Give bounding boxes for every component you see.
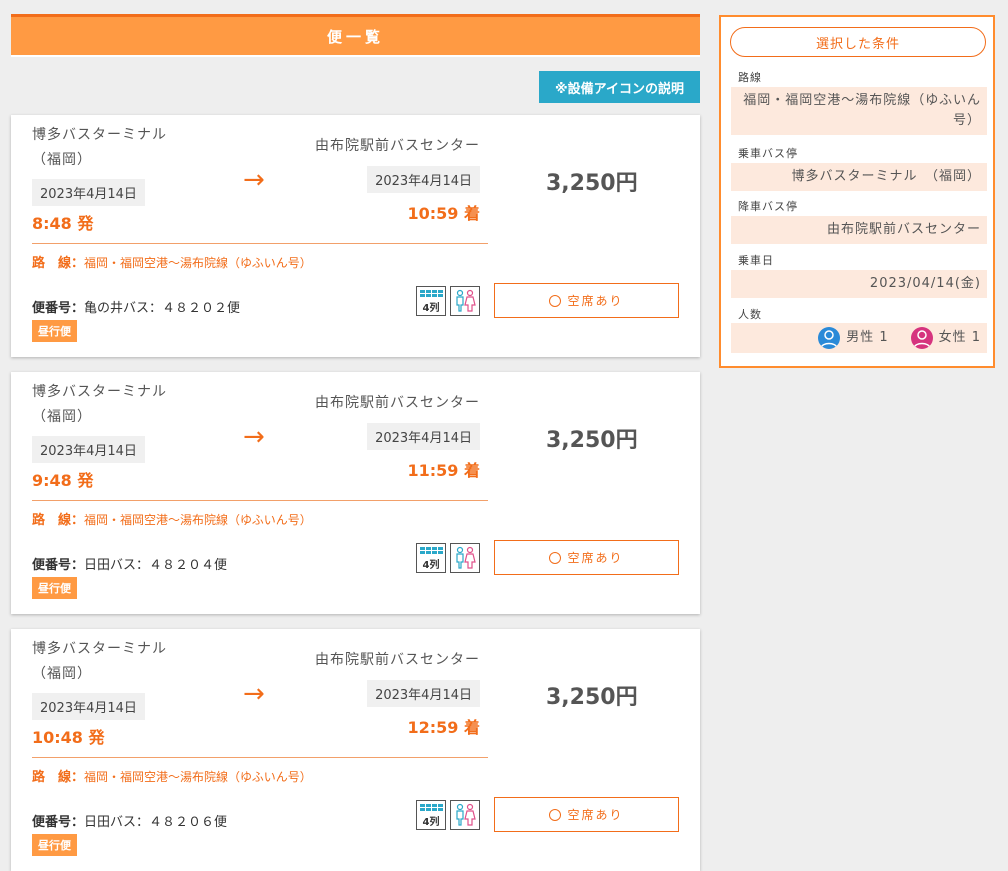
- male-passenger: 男性 1: [818, 327, 888, 349]
- departure-date: 2023年4月14日: [32, 179, 145, 206]
- departure-time: 10:48 発: [32, 728, 105, 747]
- restroom-icon[interactable]: [450, 800, 480, 830]
- arrival-date: 2023年4月14日: [367, 423, 480, 450]
- service-number-value: 亀の井バス：４８２０２便: [84, 301, 241, 316]
- departure-stop-area: （福岡）: [32, 666, 92, 682]
- route-info: 路 線：福岡・福岡空港～湯布院線（ゆふいん号）: [32, 253, 332, 274]
- fare-price: 3,250円: [546, 428, 638, 453]
- availability-label: 空席あり: [567, 551, 624, 565]
- departure-stop-area: （福岡）: [32, 409, 92, 425]
- departure-date: 2023年4月14日: [32, 693, 145, 720]
- female-person-icon: [910, 327, 933, 349]
- page-title: 便一覧: [11, 14, 700, 55]
- seat-icon-label: 4列: [423, 301, 440, 314]
- card-divider: [32, 243, 488, 244]
- alighting-stop-value: 由布院駅前バスセンター: [731, 216, 987, 244]
- select-trip-button[interactable]: 空席あり: [494, 540, 679, 575]
- route-value: 福岡・福岡空港～湯布院線（ゆふいん号）: [731, 87, 987, 135]
- circle-icon: [549, 551, 562, 564]
- card-divider: [32, 757, 488, 758]
- select-trip-button[interactable]: 空席あり: [494, 283, 679, 318]
- departure-stop-name: 博多バスターミナル: [32, 127, 167, 143]
- facility-icon-legend-button[interactable]: ※設備アイコンの説明: [539, 71, 700, 103]
- route-info: 路 線：福岡・福岡空港～湯布院線（ゆふいん号）: [32, 767, 332, 788]
- daytime-badge: 昼行便: [32, 577, 77, 599]
- departure-time: 9:48 発: [32, 471, 94, 490]
- circle-icon: [549, 294, 562, 307]
- arrival-date: 2023年4月14日: [367, 166, 480, 193]
- route-label: 路 線：: [32, 770, 85, 785]
- circle-icon: [549, 808, 562, 821]
- passenger-count-value: 男性 1 女性 1: [731, 323, 987, 353]
- selected-conditions-title: 選択した条件: [730, 27, 986, 57]
- route-info: 路 線：福岡・福岡空港～湯布院線（ゆふいん号）: [32, 510, 332, 531]
- service-number-label: 便番号：: [32, 558, 85, 573]
- trip-card: 博多バスターミナル （福岡） 2023年4月14日 8:48 発 → 由布院駅前…: [11, 115, 700, 357]
- service-number-label: 便番号：: [32, 815, 85, 830]
- trip-list-panel: 便一覧 ※設備アイコンの説明: [11, 14, 700, 117]
- male-person-icon: [818, 327, 841, 349]
- male-count: 男性 1: [846, 330, 889, 345]
- female-count: 女性 1: [938, 330, 981, 345]
- route-label: 路 線：: [32, 256, 85, 271]
- arrival-time: 12:59 着: [407, 718, 480, 737]
- service-number: 便番号：日田バス：４８２０６便: [32, 811, 227, 830]
- boarding-stop-label: 乗車バス停: [738, 147, 798, 160]
- legend-row: ※設備アイコンの説明: [11, 57, 700, 117]
- four-row-seat-icon[interactable]: 4列: [416, 800, 446, 830]
- female-passenger: 女性 1: [910, 327, 981, 349]
- four-row-seat-icon[interactable]: 4列: [416, 543, 446, 573]
- four-row-seat-icon[interactable]: 4列: [416, 286, 446, 316]
- arrival-time: 10:59 着: [407, 204, 480, 223]
- route-label: 路 線：: [32, 513, 85, 528]
- service-number-value: 日田バス：４８２０４便: [84, 558, 228, 573]
- departure-stop-name: 博多バスターミナル: [32, 384, 167, 400]
- fare-price: 3,250円: [546, 685, 638, 710]
- fare-price: 3,250円: [546, 171, 638, 196]
- service-number: 便番号：日田バス：４８２０４便: [32, 554, 227, 573]
- boarding-date-value: 2023/04/14(金): [731, 270, 987, 298]
- passenger-count-label: 人数: [738, 308, 762, 321]
- boarding-date-label: 乗車日: [738, 254, 774, 267]
- departure-time: 8:48 発: [32, 214, 94, 233]
- arrival-stop-name: 由布院駅前バスセンター: [315, 138, 480, 154]
- route-value: 福岡・福岡空港～湯布院線（ゆふいん号）: [84, 256, 312, 270]
- seat-icon-label: 4列: [423, 815, 440, 828]
- route-value: 福岡・福岡空港～湯布院線（ゆふいん号）: [84, 770, 312, 784]
- departure-stop: 博多バスターミナル （福岡）: [32, 380, 167, 430]
- departure-stop-name: 博多バスターミナル: [32, 641, 167, 657]
- seat-icon-label: 4列: [423, 558, 440, 571]
- departure-stop: 博多バスターミナル （福岡）: [32, 637, 167, 687]
- route-value: 福岡・福岡空港～湯布院線（ゆふいん号）: [84, 513, 312, 527]
- arrow-right-icon: →: [243, 422, 265, 452]
- arrow-right-icon: →: [243, 165, 265, 195]
- daytime-badge: 昼行便: [32, 320, 77, 342]
- availability-label: 空席あり: [567, 808, 624, 822]
- arrival-date: 2023年4月14日: [367, 680, 480, 707]
- arrival-stop-name: 由布院駅前バスセンター: [315, 395, 480, 411]
- route-label: 路線: [738, 71, 762, 84]
- trip-card: 博多バスターミナル （福岡） 2023年4月14日 10:48 発 → 由布院駅…: [11, 629, 700, 871]
- select-trip-button[interactable]: 空席あり: [494, 797, 679, 832]
- departure-stop: 博多バスターミナル （福岡）: [32, 123, 167, 173]
- departure-date: 2023年4月14日: [32, 436, 145, 463]
- service-number-label: 便番号：: [32, 301, 85, 316]
- trip-card: 博多バスターミナル （福岡） 2023年4月14日 9:48 発 → 由布院駅前…: [11, 372, 700, 614]
- service-number-value: 日田バス：４８２０６便: [84, 815, 228, 830]
- restroom-icon[interactable]: [450, 543, 480, 573]
- boarding-stop-value: 博多バスターミナル （福岡）: [731, 163, 987, 191]
- arrow-right-icon: →: [243, 679, 265, 709]
- availability-label: 空席あり: [567, 294, 624, 308]
- card-divider: [32, 500, 488, 501]
- restroom-icon[interactable]: [450, 286, 480, 316]
- daytime-badge: 昼行便: [32, 834, 77, 856]
- alighting-stop-label: 降車バス停: [738, 200, 798, 213]
- arrival-time: 11:59 着: [407, 461, 480, 480]
- service-number: 便番号：亀の井バス：４８２０２便: [32, 297, 240, 316]
- departure-stop-area: （福岡）: [32, 152, 92, 168]
- selected-conditions-panel: 選択した条件 路線 福岡・福岡空港～湯布院線（ゆふいん号） 乗車バス停 博多バス…: [719, 15, 995, 368]
- arrival-stop-name: 由布院駅前バスセンター: [315, 652, 480, 668]
